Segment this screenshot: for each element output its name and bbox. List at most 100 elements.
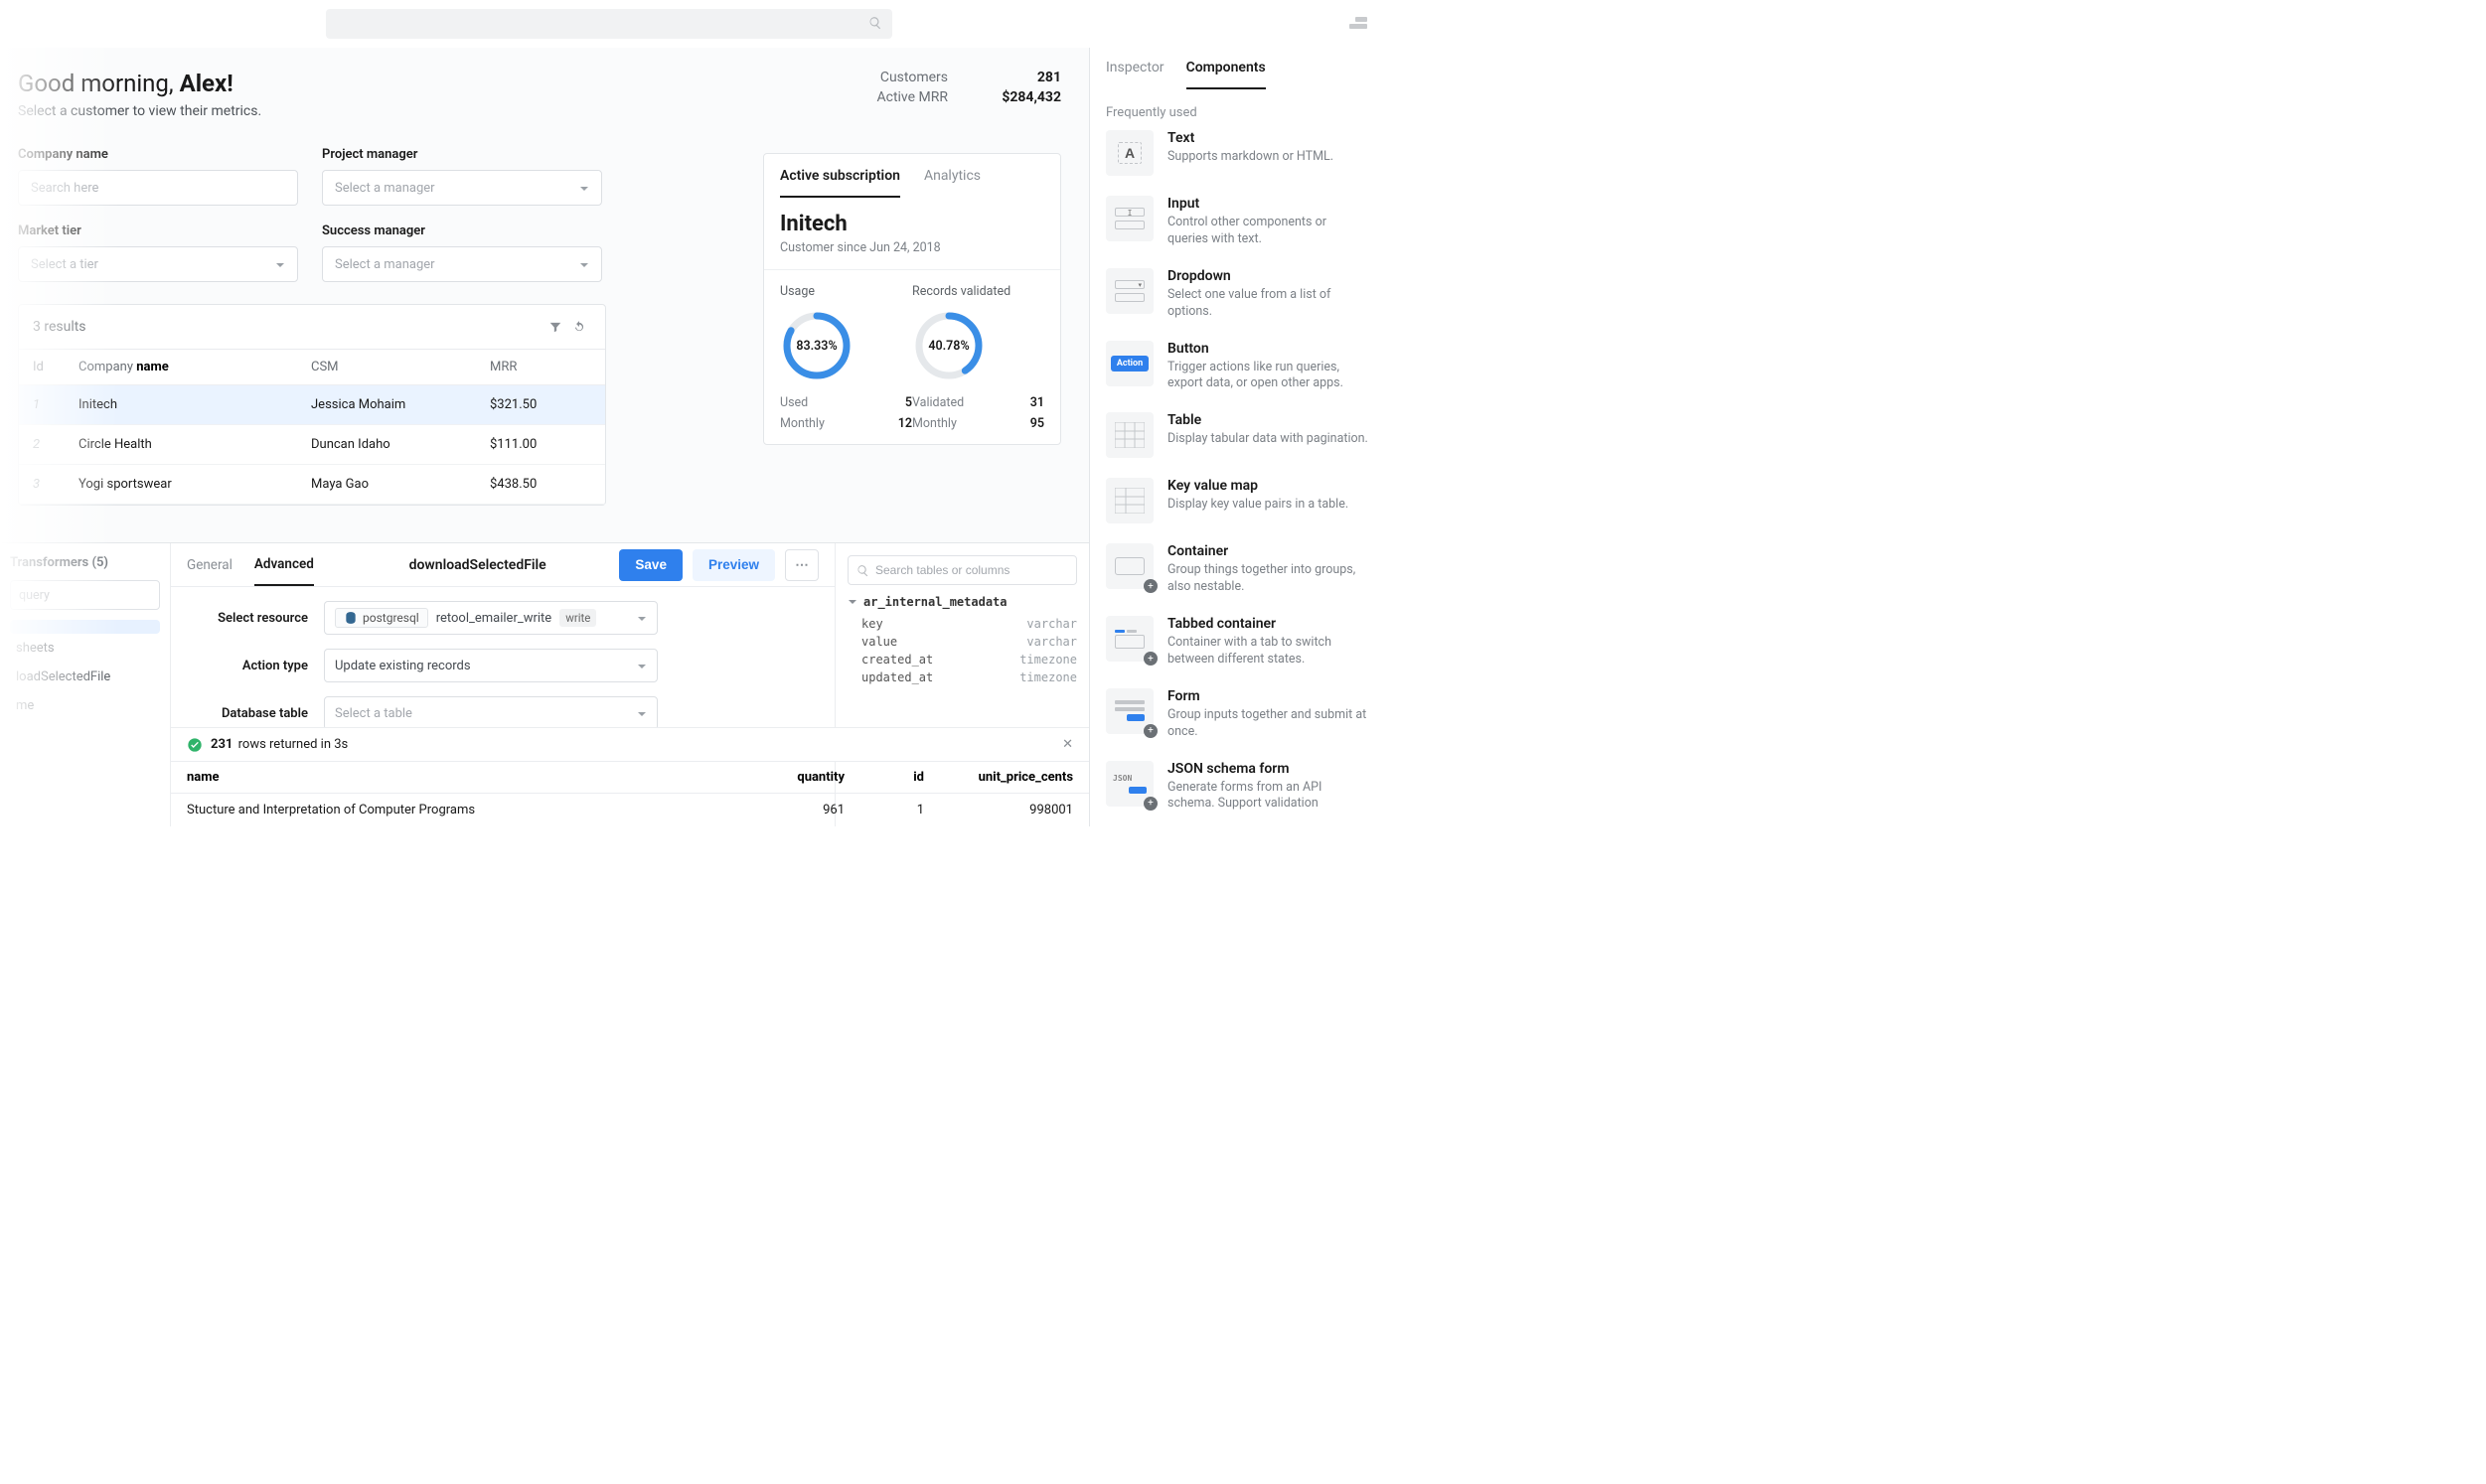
col-id[interactable]: Id [19, 350, 65, 385]
palette-item-kvmap[interactable]: Key value map Display key value pairs in… [1106, 478, 1369, 523]
action-type-select[interactable]: Update existing records [324, 649, 658, 682]
tab-active-subscription[interactable]: Active subscription [780, 168, 900, 198]
close-icon[interactable]: ✕ [1062, 737, 1073, 752]
metric-label: Records validated [912, 284, 1044, 299]
palette-item-jsonform[interactable]: JSON + JSON schema form Generate forms f… [1106, 761, 1369, 814]
table-row[interactable]: 3Yogi sportswearMaya Gao$438.50 [19, 465, 605, 505]
more-button[interactable]: ⋯ [785, 549, 819, 581]
filter-label: Market tier [18, 223, 298, 238]
results-card: 3 results Id Company name CSM MRR 1Inite… [18, 304, 606, 506]
query-sidebar: Transformers (5) query sheetsloadSelecte… [0, 543, 171, 826]
refresh-icon[interactable] [567, 315, 591, 339]
col-mrr[interactable]: MRR [476, 350, 605, 385]
palette-item-container[interactable]: + Container Group things together into g… [1106, 543, 1369, 596]
schema-column[interactable]: updated_attimezone [848, 668, 1077, 686]
query-item[interactable]: sheets [10, 634, 160, 663]
schema-column[interactable]: keyvarchar [848, 615, 1077, 633]
schema-column[interactable]: created_attimezone [848, 651, 1077, 668]
dropdown-icon: ▾ [1106, 268, 1154, 314]
form-label: Database table [189, 706, 324, 721]
search-icon [868, 16, 882, 30]
postgres-icon: postgresql [335, 608, 428, 628]
result-row[interactable]: Stucture and Interpretation of Computer … [171, 794, 1089, 826]
filter-label: Company name [18, 147, 298, 162]
query-item[interactable]: loadSelectedFile [10, 663, 160, 691]
form-icon: + [1106, 688, 1154, 734]
col-csm[interactable]: CSM [297, 350, 476, 385]
kpi-label: Customers [880, 70, 948, 85]
palette-item-button[interactable]: Action Button Trigger actions like run q… [1106, 341, 1369, 393]
chevron-down-icon [637, 661, 647, 670]
db-table-select[interactable]: Select a table [324, 696, 658, 730]
sm-select[interactable]: Select a manager [322, 246, 602, 282]
mode-badge: write [559, 609, 596, 627]
tab-advanced[interactable]: Advanced [254, 544, 314, 586]
tab-components[interactable]: Components [1186, 60, 1266, 89]
form-label: Select resource [189, 611, 324, 626]
detail-subtitle: Customer since Jun 24, 2018 [764, 240, 1060, 270]
query-panel: Transformers (5) query sheetsloadSelecte… [0, 542, 1089, 826]
col-company[interactable]: Company name [65, 350, 297, 385]
palette-item-tabbed[interactable]: + Tabbed container Container with a tab … [1106, 616, 1369, 668]
table-icon [1106, 412, 1154, 458]
tab-analytics[interactable]: Analytics [924, 168, 981, 198]
container-icon: + [1106, 543, 1154, 589]
company-search-input[interactable]: Search here [18, 170, 298, 206]
query-section: Transformers (5) [10, 555, 160, 570]
chevron-down-icon [637, 613, 647, 623]
detail-card: Active subscription Analytics Initech Cu… [763, 153, 1061, 445]
filter-label: Project manager [322, 147, 602, 162]
chevron-down-icon [579, 259, 589, 269]
plus-icon: + [1144, 652, 1158, 666]
schema-table[interactable]: ar_internal_metadata [848, 595, 1077, 609]
records-donut: 40.78% [912, 309, 986, 382]
chevron-down-icon [275, 259, 285, 269]
input-icon: I [1106, 196, 1154, 241]
table-row[interactable]: 2Circle HealthDuncan Idaho$111.00 [19, 425, 605, 465]
schema-search-input[interactable]: Search tables or columns [848, 555, 1077, 585]
tier-select[interactable]: Select a tier [18, 246, 298, 282]
form-label: Action type [189, 659, 324, 673]
global-search[interactable] [326, 9, 892, 39]
preview-button[interactable]: Preview [693, 549, 775, 581]
status-bar: 231 rows returned in 3s ✕ [171, 727, 1089, 761]
palette-item-dropdown[interactable]: ▾ Dropdown Select one value from a list … [1106, 268, 1369, 321]
query-item[interactable] [10, 620, 160, 634]
canvas: Good morning, Alex! Select a customer to… [0, 48, 1089, 826]
filter-icon[interactable] [544, 315, 567, 339]
chevron-down-icon [637, 708, 647, 718]
query-search-input[interactable]: query [10, 580, 160, 610]
tab-inspector[interactable]: Inspector [1106, 60, 1165, 89]
pm-select[interactable]: Select a manager [322, 170, 602, 206]
table-row[interactable]: 1InitechJessica Mohaim$321.50 [19, 385, 605, 425]
panels-icon[interactable] [1349, 17, 1367, 31]
detail-title: Initech [764, 198, 1060, 240]
usage-donut: 83.33% [780, 309, 854, 382]
kvmap-icon [1106, 478, 1154, 523]
palette-item-input[interactable]: I Input Control other components or quer… [1106, 196, 1369, 248]
save-button[interactable]: Save [619, 549, 683, 581]
palette-item-table[interactable]: Table Display tabular data with paginati… [1106, 412, 1369, 458]
palette-section: Frequently used [1106, 105, 1369, 120]
palette-item-form[interactable]: + Form Group inputs together and submit … [1106, 688, 1369, 741]
component-palette: Inspector Components Frequently used A T… [1089, 48, 1385, 826]
filter-label: Success manager [322, 223, 602, 238]
resource-select[interactable]: postgresql retool_emailer_write write [324, 601, 658, 635]
kpi-value: 281 [976, 70, 1061, 85]
kpi-block: Customers 281 Active MRR $284,432 [876, 70, 1061, 109]
schema-column[interactable]: valuevarchar [848, 633, 1077, 651]
query-item[interactable]: me [10, 691, 160, 720]
plus-icon: + [1144, 797, 1158, 811]
metric-label: Usage [780, 284, 912, 299]
success-icon [187, 737, 203, 753]
tab-general[interactable]: General [187, 545, 233, 585]
query-title: downloadSelectedFile [336, 557, 620, 573]
plus-icon: + [1144, 579, 1158, 593]
topbar [0, 0, 1385, 48]
kpi-value: $284,432 [976, 89, 1061, 105]
tabbed-icon: + [1106, 616, 1154, 662]
kpi-label: Active MRR [876, 89, 948, 105]
results-title: 3 results [33, 319, 544, 335]
chevron-down-icon [579, 183, 589, 193]
palette-item-text[interactable]: A Text Supports markdown or HTML. [1106, 130, 1369, 176]
